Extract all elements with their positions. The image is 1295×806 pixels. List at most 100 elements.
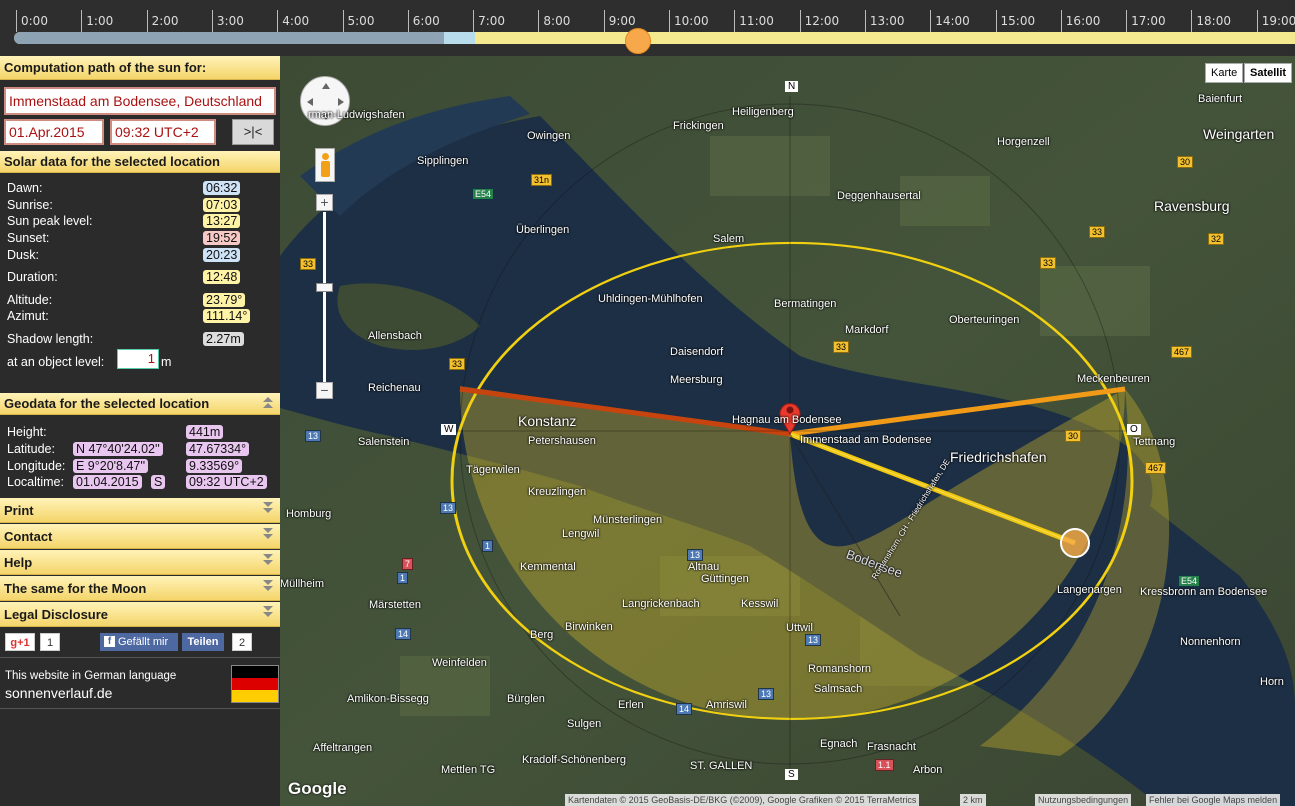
place-label: Salenstein <box>358 436 410 448</box>
place-label: Allensbach <box>368 330 422 342</box>
google-logo[interactable]: Google <box>288 779 347 799</box>
azimut-label: Azimut: <box>7 309 49 323</box>
map-scale: 2 km <box>960 794 986 806</box>
place-label: Konstanz <box>518 413 577 429</box>
section-print[interactable]: Print <box>0 498 280 523</box>
satellite-map-canvas <box>280 56 1295 806</box>
sunrise-label: Sunrise: <box>7 198 53 212</box>
zoom-in-button[interactable]: + <box>316 194 333 211</box>
german-flag-icon[interactable] <box>231 665 279 703</box>
azimut-value: 111.14° <box>203 309 251 323</box>
zoom-slider-handle[interactable] <box>316 283 333 292</box>
time-track[interactable] <box>14 32 1295 44</box>
share-count: 2 <box>232 633 252 651</box>
place-label: Erlen <box>618 699 644 711</box>
compass-west: W <box>441 424 457 435</box>
place-label: Baienfurt <box>1198 93 1243 105</box>
localtime-time: 09:32 UTC+2 <box>186 475 267 489</box>
twilight-segment <box>444 32 475 44</box>
map-view[interactable]: + − Karte Satellit N S W O rman-Ludwigsh… <box>280 56 1295 806</box>
place-label: Kemmental <box>520 561 576 573</box>
altitude-label: Altitude: <box>7 293 53 307</box>
language-site-link[interactable]: sonnenverlauf.de <box>5 685 112 701</box>
hour-tick: 8:00 <box>538 10 570 32</box>
expand-chevron-icon[interactable] <box>263 606 274 619</box>
collapse-chevron-icon[interactable] <box>263 397 274 410</box>
expand-chevron-icon[interactable] <box>263 528 274 541</box>
pegman-icon[interactable] <box>315 148 335 182</box>
place-label: rman-Ludwigshafen <box>308 109 405 121</box>
shadow-label: Shadow length: <box>7 332 94 346</box>
hour-tick: 18:00 <box>1191 10 1231 32</box>
arrow-right-icon[interactable] <box>338 98 344 106</box>
road-shield: 33 <box>833 341 850 353</box>
map-type-satellite-button[interactable]: Satellit <box>1244 63 1293 83</box>
road-shield: 467 <box>1145 462 1167 474</box>
duration-value: 12:48 <box>203 270 241 284</box>
object-level-label: at an object level: <box>7 355 105 369</box>
facebook-like-button[interactable]: f Gefällt mir <box>100 633 178 651</box>
terms-link[interactable]: Nutzungsbedingungen <box>1035 794 1132 806</box>
time-slider-bar[interactable]: 0:00 1:00 2:00 3:00 4:00 5:00 6:00 7:00 8:00 9:00… <box>0 0 1295 56</box>
road-shield: 14 <box>676 703 693 715</box>
section-help[interactable]: Help <box>0 550 280 575</box>
object-level-input[interactable]: 1 <box>117 349 159 369</box>
latitude-dec: 47.67334° <box>186 442 250 456</box>
shadow-value: 2.27m <box>203 332 244 346</box>
altitude-value: 23.79° <box>203 293 246 307</box>
section-legal[interactable]: Legal Disclosure <box>0 602 280 627</box>
zoom-slider-track[interactable] <box>323 212 326 382</box>
map-type-map-button[interactable]: Karte <box>1205 63 1244 83</box>
place-label: Immenstaad am Bodensee <box>800 434 932 446</box>
dusk-value: 20:23 <box>203 248 241 262</box>
section-legal-label: Legal Disclosure <box>4 607 109 622</box>
report-error-link[interactable]: Fehler bei Google Maps melden <box>1146 794 1281 806</box>
facebook-icon: f <box>104 636 115 647</box>
language-panel[interactable]: This website in German language sonnenve… <box>0 658 280 709</box>
zoom-out-button[interactable]: − <box>316 382 333 399</box>
collapsed-sections: Print Contact Help The same for the Moon… <box>0 498 280 627</box>
geodata-header[interactable]: Geodata for the selected location <box>0 393 280 415</box>
place-label: Uhldingen-Mühlhofen <box>598 293 703 305</box>
place-label: Romanshorn <box>808 663 871 675</box>
section-contact-label: Contact <box>4 529 53 544</box>
place-label: Überlingen <box>516 224 570 236</box>
hour-tick: 1:00 <box>81 10 113 32</box>
gplus-button[interactable]: g+1 <box>5 633 35 651</box>
road-shield: 33 <box>449 358 466 370</box>
road-shield: 31n <box>531 174 553 186</box>
localtime-s: S <box>151 475 166 489</box>
time-input[interactable]: 09:32 UTC+2 <box>110 119 216 145</box>
expand-chevron-icon[interactable] <box>263 580 274 593</box>
time-slider-handle[interactable] <box>625 28 652 54</box>
expand-chevron-icon[interactable] <box>263 554 274 567</box>
location-input[interactable]: Immenstaad am Bodensee, Deutschland <box>4 87 276 115</box>
place-label: Kesswil <box>741 598 779 610</box>
place-label: Kreuzlingen <box>528 486 587 498</box>
road-shield: 32 <box>1208 233 1225 245</box>
dawn-value: 06:32 <box>203 181 241 195</box>
section-moon[interactable]: The same for the Moon <box>0 576 280 601</box>
hour-tick: 16:00 <box>1060 10 1100 32</box>
road-shield: 7 <box>402 558 414 570</box>
road-shield: 33 <box>300 258 317 270</box>
longitude-label: Longitude: <box>7 459 66 473</box>
computation-header: Computation path of the sun for: <box>0 56 280 80</box>
place-label: Meersburg <box>670 374 723 386</box>
arrow-up-icon[interactable] <box>322 83 330 89</box>
facebook-share-button[interactable]: Teilen <box>182 633 224 651</box>
place-label: Owingen <box>527 130 571 142</box>
height-label: Height: <box>7 425 47 439</box>
current-time-button[interactable]: >|< <box>232 119 274 145</box>
section-contact[interactable]: Contact <box>0 524 280 549</box>
date-input[interactable]: 01.Apr.2015 <box>4 119 104 145</box>
expand-chevron-icon[interactable] <box>263 502 274 515</box>
hour-tick: 0:00 <box>16 10 48 32</box>
place-label: Tägerwilen <box>466 464 520 476</box>
language-note: This website in German language <box>5 670 177 682</box>
arrow-left-icon[interactable] <box>307 98 313 106</box>
localtime-date: 01.04.2015 <box>73 475 142 489</box>
gplus-count: 1 <box>40 633 60 651</box>
compass-south: S <box>785 769 798 780</box>
dawn-label: Dawn: <box>7 181 43 195</box>
